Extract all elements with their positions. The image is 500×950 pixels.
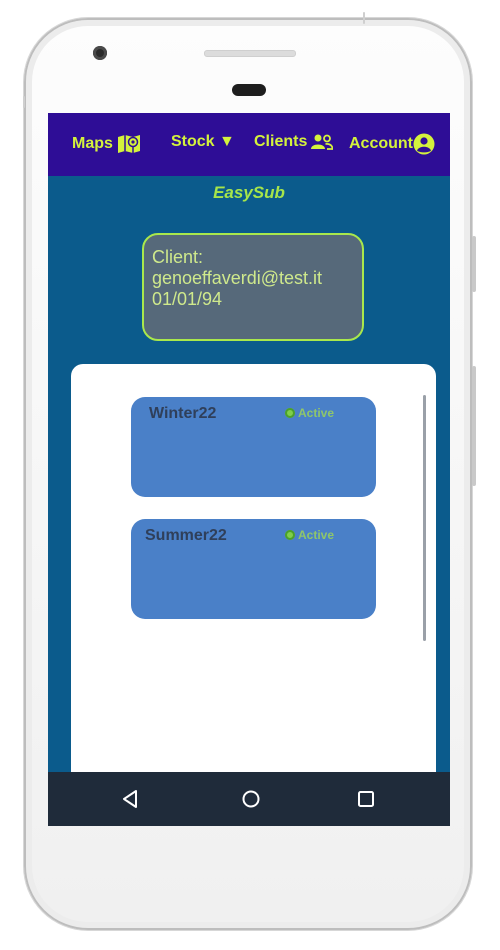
client-info-card: Client: genoeffaverdi@test.it 01/01/94	[142, 233, 364, 341]
nav-stock-dropdown[interactable]: Stock ▼	[171, 133, 235, 151]
home-icon[interactable]	[241, 789, 261, 809]
front-camera	[93, 46, 107, 60]
earpiece	[232, 84, 266, 96]
subscription-name: Summer22	[145, 527, 227, 544]
speaker-slot	[204, 50, 296, 57]
app-screen: Maps Stock ▼ Clients Account EasySub Cli…	[48, 113, 450, 826]
subscription-card[interactable]: Summer22 Active	[131, 519, 376, 619]
list-scrollbar[interactable]	[423, 395, 426, 641]
nav-account-label: Account	[349, 135, 413, 152]
nav-maps[interactable]: Maps	[72, 133, 141, 155]
subscription-list: Winter22 Active Summer22 Active	[71, 364, 436, 826]
active-dot-icon	[285, 408, 295, 418]
status-label: Active	[298, 406, 335, 420]
back-icon[interactable]	[121, 789, 139, 809]
subscription-card[interactable]: Winter22 Active	[131, 397, 376, 497]
people-icon	[311, 134, 334, 150]
client-label: Client:	[152, 247, 204, 267]
volume-button	[472, 366, 476, 486]
recents-icon[interactable]	[357, 789, 375, 809]
subscription-name: Winter22	[149, 405, 217, 422]
client-email: genoeffaverdi@test.it	[152, 268, 323, 288]
top-nav-bar: Maps Stock ▼ Clients Account	[48, 113, 450, 176]
app-title: EasySub	[213, 183, 285, 202]
user-circle-icon	[413, 133, 435, 155]
nav-account[interactable]: Account	[349, 133, 435, 155]
nav-stock-label: Stock ▼	[171, 133, 235, 150]
status-badge: Active	[285, 528, 334, 542]
nav-clients-label: Clients	[254, 133, 308, 150]
power-button	[472, 236, 476, 292]
phone-left-notch	[23, 96, 25, 108]
map-pin-icon	[117, 135, 140, 153]
nav-clients[interactable]: Clients	[254, 133, 334, 151]
nav-maps-label: Maps	[72, 135, 113, 152]
phone-top-notch	[363, 12, 365, 24]
active-dot-icon	[285, 530, 295, 540]
client-date: 01/01/94	[152, 289, 223, 309]
system-nav-bar	[48, 772, 450, 826]
status-badge: Active	[285, 406, 334, 420]
status-label: Active	[298, 528, 335, 542]
